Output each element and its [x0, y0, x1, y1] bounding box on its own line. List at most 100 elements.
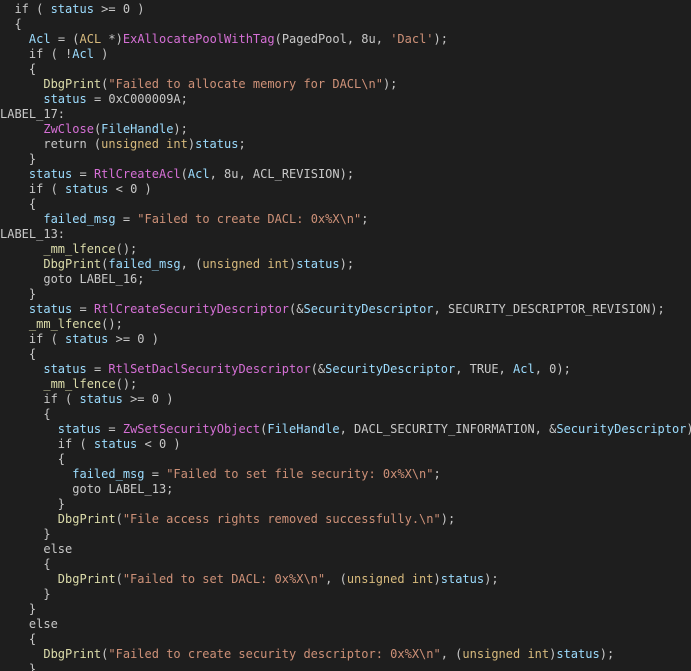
code-line[interactable]: if ( !Acl ): [0, 47, 691, 62]
identifier[interactable]: Acl: [188, 167, 210, 181]
call-name[interactable]: DbgPrint: [58, 572, 116, 586]
code-line[interactable]: DbgPrint("File access rights removed suc…: [0, 512, 691, 527]
identifier[interactable]: Acl: [29, 32, 51, 46]
code-line[interactable]: DbgPrint("Failed to set DACL: 0x%X\n", (…: [0, 572, 691, 587]
code-line[interactable]: failed_msg = "Failed to create DACL: 0x%…: [0, 212, 691, 227]
code-line[interactable]: status = RtlCreateAcl(Acl, 8u, ACL_REVIS…: [0, 167, 691, 182]
identifier[interactable]: FileHandle: [101, 122, 173, 136]
string-literal: "Failed to allocate memory for DACL\n": [108, 77, 383, 91]
code-line[interactable]: }: [0, 587, 691, 602]
identifier[interactable]: failed_msg: [72, 467, 144, 481]
code-line[interactable]: {: [0, 452, 691, 467]
identifier[interactable]: SecurityDescriptor: [303, 302, 433, 316]
call-name[interactable]: DbgPrint: [43, 647, 101, 661]
identifier[interactable]: status: [65, 332, 108, 346]
identifier[interactable]: status: [195, 137, 238, 151]
identifier[interactable]: SecurityDescriptor: [325, 362, 455, 376]
code-line[interactable]: DbgPrint("Failed to create security desc…: [0, 647, 691, 662]
code-line[interactable]: if ( status < 0 ): [0, 182, 691, 197]
code-line[interactable]: _mm_lfence();: [0, 242, 691, 257]
code-line[interactable]: {: [0, 407, 691, 422]
code-line[interactable]: {: [0, 347, 691, 362]
code-line[interactable]: status = RtlSetDaclSecurityDescriptor(&S…: [0, 362, 691, 377]
function-name[interactable]: ExAllocatePoolWithTag: [123, 32, 275, 46]
identifier[interactable]: status: [43, 362, 86, 376]
function-name[interactable]: RtlCreateSecurityDescriptor: [94, 302, 289, 316]
identifier[interactable]: Acl: [72, 47, 94, 61]
code-line[interactable]: DbgPrint(failed_msg, (unsigned int)statu…: [0, 257, 691, 272]
identifier[interactable]: failed_msg: [108, 257, 180, 271]
identifier[interactable]: status: [65, 182, 108, 196]
function-name[interactable]: ZwSetSecurityObject: [123, 422, 260, 436]
code-line[interactable]: _mm_lfence();: [0, 317, 691, 332]
code-line[interactable]: }: [0, 527, 691, 542]
code-line[interactable]: goto LABEL_16;: [0, 272, 691, 287]
identifier[interactable]: status: [441, 572, 484, 586]
string-literal: "Failed to set file security: 0x%X\n": [166, 467, 434, 481]
code-line[interactable]: LABEL_13:: [0, 227, 691, 242]
code-line[interactable]: {: [0, 62, 691, 77]
call-name[interactable]: DbgPrint: [58, 512, 116, 526]
call-name[interactable]: _mm_lfence: [43, 377, 115, 391]
code-text: else: [0, 617, 58, 631]
code-text: , 0);: [534, 362, 571, 376]
identifier[interactable]: SecurityDescriptor: [556, 422, 686, 436]
code-line[interactable]: status = 0xC000009A;: [0, 92, 691, 107]
identifier[interactable]: status: [58, 422, 101, 436]
code-line[interactable]: if ( status >= 0 ): [0, 332, 691, 347]
identifier[interactable]: status: [296, 257, 339, 271]
code-line[interactable]: if ( status < 0 ): [0, 437, 691, 452]
identifier[interactable]: status: [51, 2, 94, 16]
identifier[interactable]: status: [556, 647, 599, 661]
code-line[interactable]: goto LABEL_13;: [0, 482, 691, 497]
function-name[interactable]: RtlSetDaclSecurityDescriptor: [108, 362, 310, 376]
code-line[interactable]: status = RtlCreateSecurityDescriptor(&Se…: [0, 302, 691, 317]
code-text: }: [0, 662, 37, 671]
code-line[interactable]: }: [0, 662, 691, 671]
code-line[interactable]: return (unsigned int)status;: [0, 137, 691, 152]
code-line[interactable]: else: [0, 542, 691, 557]
code-line[interactable]: DbgPrint("Failed to allocate memory for …: [0, 77, 691, 92]
code-line[interactable]: Acl = (ACL *)ExAllocatePoolWithTag(Paged…: [0, 32, 691, 47]
identifier[interactable]: status: [29, 302, 72, 316]
code-line[interactable]: LABEL_17:: [0, 107, 691, 122]
function-name[interactable]: RtlCreateAcl: [94, 167, 181, 181]
code-line[interactable]: if ( status >= 0 ): [0, 2, 691, 17]
code-line[interactable]: ZwClose(FileHandle);: [0, 122, 691, 137]
string-literal: "Failed to set DACL: 0x%X\n": [122, 572, 326, 586]
call-name[interactable]: _mm_lfence: [43, 242, 115, 256]
code-line[interactable]: {: [0, 557, 691, 572]
code-line[interactable]: }: [0, 152, 691, 167]
identifier[interactable]: failed_msg: [43, 212, 115, 226]
identifier[interactable]: status: [29, 167, 72, 181]
code-line[interactable]: }: [0, 287, 691, 302]
code-line[interactable]: {: [0, 17, 691, 32]
identifier[interactable]: FileHandle: [267, 422, 339, 436]
code-line[interactable]: }: [0, 602, 691, 617]
code-text: ();: [115, 377, 138, 391]
identifier[interactable]: status: [94, 437, 137, 451]
code-text: < 0 ): [108, 182, 152, 196]
code-line[interactable]: failed_msg = "Failed to set file securit…: [0, 467, 691, 482]
code-text: , (: [325, 572, 347, 586]
call-name[interactable]: DbgPrint: [43, 257, 101, 271]
identifier[interactable]: Acl: [513, 362, 535, 376]
decompiled-code-view[interactable]: if ( status >= 0 ) { Acl = (ACL *)ExAllo…: [0, 0, 691, 671]
code-line[interactable]: _mm_lfence();: [0, 377, 691, 392]
identifier[interactable]: status: [79, 392, 122, 406]
identifier[interactable]: status: [43, 92, 86, 106]
type-name: unsigned int: [462, 647, 550, 661]
function-name[interactable]: ZwClose: [43, 122, 94, 136]
code-line[interactable]: status = ZwSetSecurityObject(FileHandle,…: [0, 422, 691, 437]
code-line[interactable]: if ( status >= 0 ): [0, 392, 691, 407]
call-name[interactable]: DbgPrint: [43, 77, 101, 91]
code-text: ();: [115, 242, 138, 256]
code-line[interactable]: else: [0, 617, 691, 632]
code-line[interactable]: }: [0, 497, 691, 512]
code-line[interactable]: {: [0, 197, 691, 212]
call-name[interactable]: _mm_lfence: [29, 317, 101, 331]
code-line[interactable]: {: [0, 632, 691, 647]
code-text: );: [173, 122, 188, 136]
